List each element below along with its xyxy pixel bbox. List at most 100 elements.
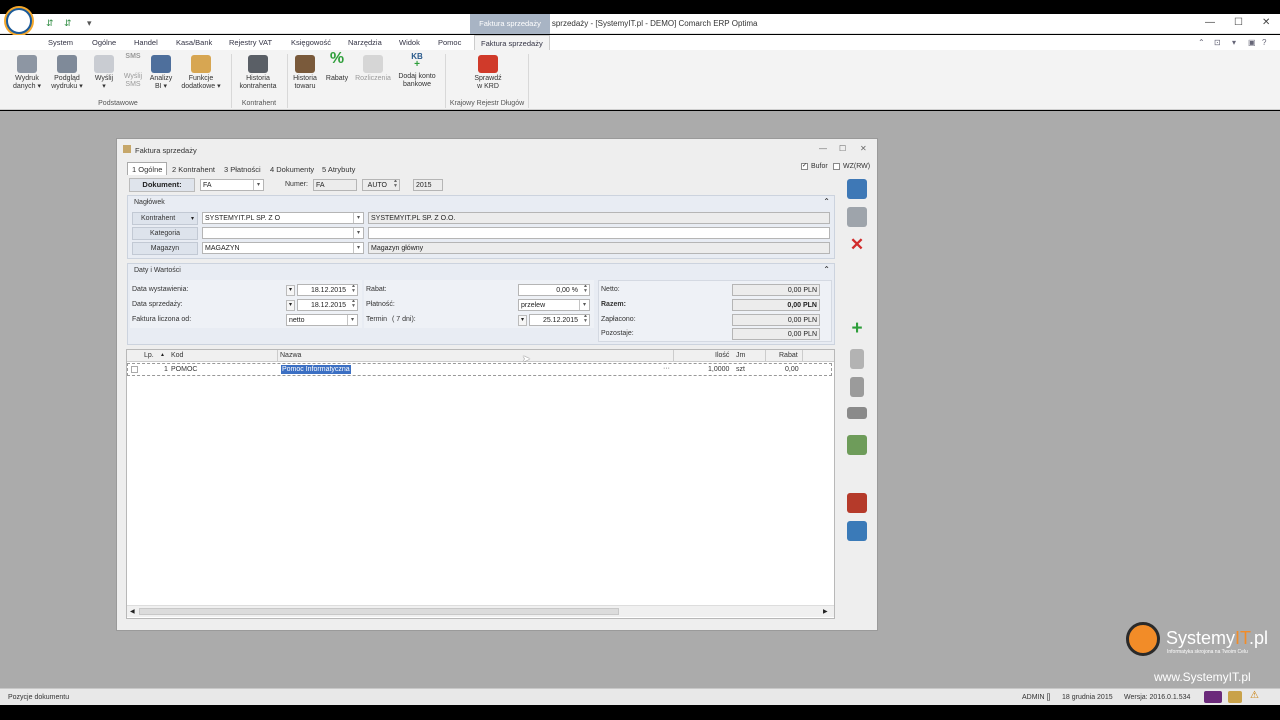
dialog-minimize-icon[interactable]: — bbox=[819, 144, 827, 153]
number-prefix-field[interactable]: FA bbox=[313, 179, 357, 191]
calc-basis-select[interactable]: netto ▾ bbox=[286, 314, 358, 326]
category-select[interactable]: ▾ bbox=[202, 227, 364, 239]
send-button[interactable]: Wyślij ▾ bbox=[90, 55, 118, 91]
sale-date-field[interactable]: 18.12.2015 ▲ ▼ bbox=[297, 299, 358, 311]
save-icon[interactable] bbox=[847, 179, 867, 199]
due-date-field[interactable]: 25.12.2015 ▲ ▼ bbox=[529, 314, 590, 326]
contractor-history-button[interactable]: Historia kontrahenta bbox=[236, 55, 280, 91]
bi-analysis-button[interactable]: Analizy BI ▾ bbox=[148, 55, 174, 91]
contractor-name-field[interactable]: SYSTEMYIT.PL SP. Z O.O. bbox=[368, 212, 830, 224]
spinner-icon[interactable]: ▲ ▼ bbox=[351, 300, 356, 309]
module-badge-icon[interactable] bbox=[1204, 691, 1222, 703]
spinner-icon[interactable]: ▲ ▼ bbox=[583, 285, 588, 294]
layout-icon[interactable]: ⊡ bbox=[1214, 38, 1221, 47]
col-jm[interactable]: Jm bbox=[736, 352, 745, 359]
ellipsis-button[interactable]: ··· bbox=[663, 365, 670, 372]
spinner-icon[interactable]: ▲ ▼ bbox=[393, 180, 398, 189]
collapse-icon[interactable]: ⌃ bbox=[823, 197, 830, 206]
send-sms-button[interactable]: SMS Wyślij SMS bbox=[120, 53, 146, 89]
calendar-dropdown-icon[interactable]: ▾ bbox=[286, 300, 295, 311]
row-checkbox[interactable] bbox=[131, 366, 138, 373]
menu-faktura-sprzedazy[interactable]: Faktura sprzedaży bbox=[474, 35, 550, 51]
category-description-field[interactable] bbox=[368, 227, 830, 239]
col-ilosc[interactable]: Ilość bbox=[715, 352, 729, 359]
minimize-icon[interactable]: — bbox=[1205, 17, 1215, 28]
dialog-maximize-icon[interactable]: ☐ bbox=[839, 144, 846, 153]
category-button[interactable]: Kategoria bbox=[132, 227, 198, 240]
scrollbar-thumb[interactable] bbox=[139, 608, 619, 615]
contractor-code-field[interactable]: SYSTEMYIT.PL SP. Z O ▾ bbox=[202, 212, 364, 224]
document-type-select[interactable]: FA ▾ bbox=[200, 179, 264, 191]
menu-narzedzia[interactable]: Narzędzia bbox=[348, 38, 382, 47]
notification-icon[interactable] bbox=[1228, 691, 1242, 703]
discounts-button[interactable]: % Rabaty bbox=[322, 51, 352, 83]
edit-icon[interactable] bbox=[850, 349, 864, 369]
calendar-dropdown-icon[interactable]: ▾ bbox=[518, 315, 527, 326]
scroll-right-icon[interactable]: ▶ bbox=[823, 608, 828, 615]
col-rabat[interactable]: Rabat bbox=[779, 352, 798, 359]
add-bank-account-button[interactable]: KB + Dodaj konto bankowe bbox=[395, 53, 439, 89]
tab-dokumenty[interactable]: 4 Dokumenty bbox=[265, 162, 319, 175]
archive-icon[interactable] bbox=[847, 493, 867, 513]
add-icon[interactable]: + bbox=[847, 319, 867, 339]
window-restore-icon[interactable]: ▣ bbox=[1248, 38, 1256, 47]
spinner-icon[interactable]: ▲ ▼ bbox=[583, 315, 588, 324]
col-kod[interactable]: Kod bbox=[171, 352, 183, 359]
discount-field[interactable]: 0,00 % ▲ ▼ bbox=[518, 284, 590, 296]
transfer-icon[interactable] bbox=[847, 521, 867, 541]
chevron-down-icon[interactable]: ▾ bbox=[579, 300, 589, 310]
menu-ogolne[interactable]: Ogólne bbox=[92, 38, 116, 47]
warehouse-name-field[interactable]: Magazyn główny bbox=[368, 242, 830, 254]
number-year-field[interactable]: 2015 bbox=[413, 179, 443, 191]
print-data-button[interactable]: Wydruk danych ▾ bbox=[8, 55, 46, 91]
settings-icon[interactable]: ▾ bbox=[1232, 38, 1236, 47]
spinner-icon[interactable]: ▲ ▼ bbox=[351, 285, 356, 294]
warehouse-select[interactable]: MAGAZYN ▾ bbox=[202, 242, 364, 254]
col-nazwa[interactable]: Nazwa bbox=[280, 352, 301, 359]
print-icon[interactable] bbox=[847, 207, 867, 227]
chevron-down-icon[interactable]: ▾ bbox=[353, 213, 363, 223]
menu-kasa-bank[interactable]: Kasa/Bank bbox=[176, 38, 212, 47]
dialog-close-icon[interactable]: ✕ bbox=[860, 144, 867, 153]
col-lp[interactable]: Lp. bbox=[144, 352, 154, 359]
tab-kontrahent[interactable]: 2 Kontrahent bbox=[167, 162, 220, 175]
cancel-icon[interactable]: ✕ bbox=[847, 235, 867, 255]
tab-ogolne[interactable]: 1 Ogólne bbox=[127, 162, 168, 175]
cell-nazwa[interactable]: Pomoc Informatyczna bbox=[281, 365, 351, 374]
contractor-button[interactable]: Kontrahent ▾ bbox=[132, 212, 198, 225]
product-history-button[interactable]: Historia towaru bbox=[290, 55, 320, 91]
warning-icon[interactable]: ⚠ bbox=[1250, 690, 1259, 701]
settlements-button[interactable]: Rozliczenia bbox=[354, 55, 392, 83]
tab-atrybuty[interactable]: 5 Atrybuty bbox=[317, 162, 360, 175]
view-icon[interactable] bbox=[847, 407, 867, 419]
table-row[interactable]: 1 POMOC Pomoc Informatyczna ··· 1,0000 s… bbox=[127, 363, 832, 376]
menu-rejestry-vat[interactable]: Rejestry VAT bbox=[229, 38, 272, 47]
menu-handel[interactable]: Handel bbox=[134, 38, 158, 47]
menu-ksiegowosc[interactable]: Księgowość bbox=[291, 38, 331, 47]
horizontal-scrollbar[interactable]: ◀ ▶ bbox=[127, 605, 834, 617]
calendar-dropdown-icon[interactable]: ▾ bbox=[286, 285, 295, 296]
print-preview-button[interactable]: Podgląd wydruku ▾ bbox=[48, 55, 86, 91]
tab-platnosci[interactable]: 3 Płatności bbox=[219, 162, 266, 175]
export-icon[interactable] bbox=[847, 435, 867, 455]
close-icon[interactable]: ✕ bbox=[1262, 17, 1270, 28]
number-auto-field[interactable]: AUTO ▲ ▼ bbox=[362, 179, 400, 191]
warehouse-button[interactable]: Magazyn bbox=[132, 242, 198, 255]
delete-icon[interactable] bbox=[850, 377, 864, 397]
help-icon[interactable]: ? bbox=[1262, 38, 1266, 47]
check-krd-button[interactable]: Sprawdź w KRD bbox=[466, 55, 510, 91]
issue-date-field[interactable]: 18.12.2015 ▲ ▼ bbox=[297, 284, 358, 296]
scroll-left-icon[interactable]: ◀ bbox=[130, 608, 135, 615]
menu-pomoc[interactable]: Pomoc bbox=[438, 38, 461, 47]
chevron-down-icon[interactable]: ▾ bbox=[353, 243, 363, 253]
chevron-down-icon[interactable]: ▾ bbox=[253, 180, 263, 190]
maximize-icon[interactable]: ☐ bbox=[1234, 17, 1243, 28]
wzrw-checkbox[interactable] bbox=[833, 163, 840, 170]
document-type-button[interactable]: Dokument: bbox=[129, 178, 195, 192]
chevron-down-icon[interactable]: ▾ bbox=[353, 228, 363, 238]
chevron-down-icon[interactable]: ▾ bbox=[347, 315, 357, 325]
bufor-checkbox[interactable]: ✓ bbox=[801, 163, 808, 170]
collapse-icon[interactable]: ⌃ bbox=[823, 265, 830, 274]
payment-select[interactable]: przelew ▾ bbox=[518, 299, 590, 311]
ribbon-collapse-icon[interactable]: ⌃ bbox=[1198, 38, 1205, 47]
